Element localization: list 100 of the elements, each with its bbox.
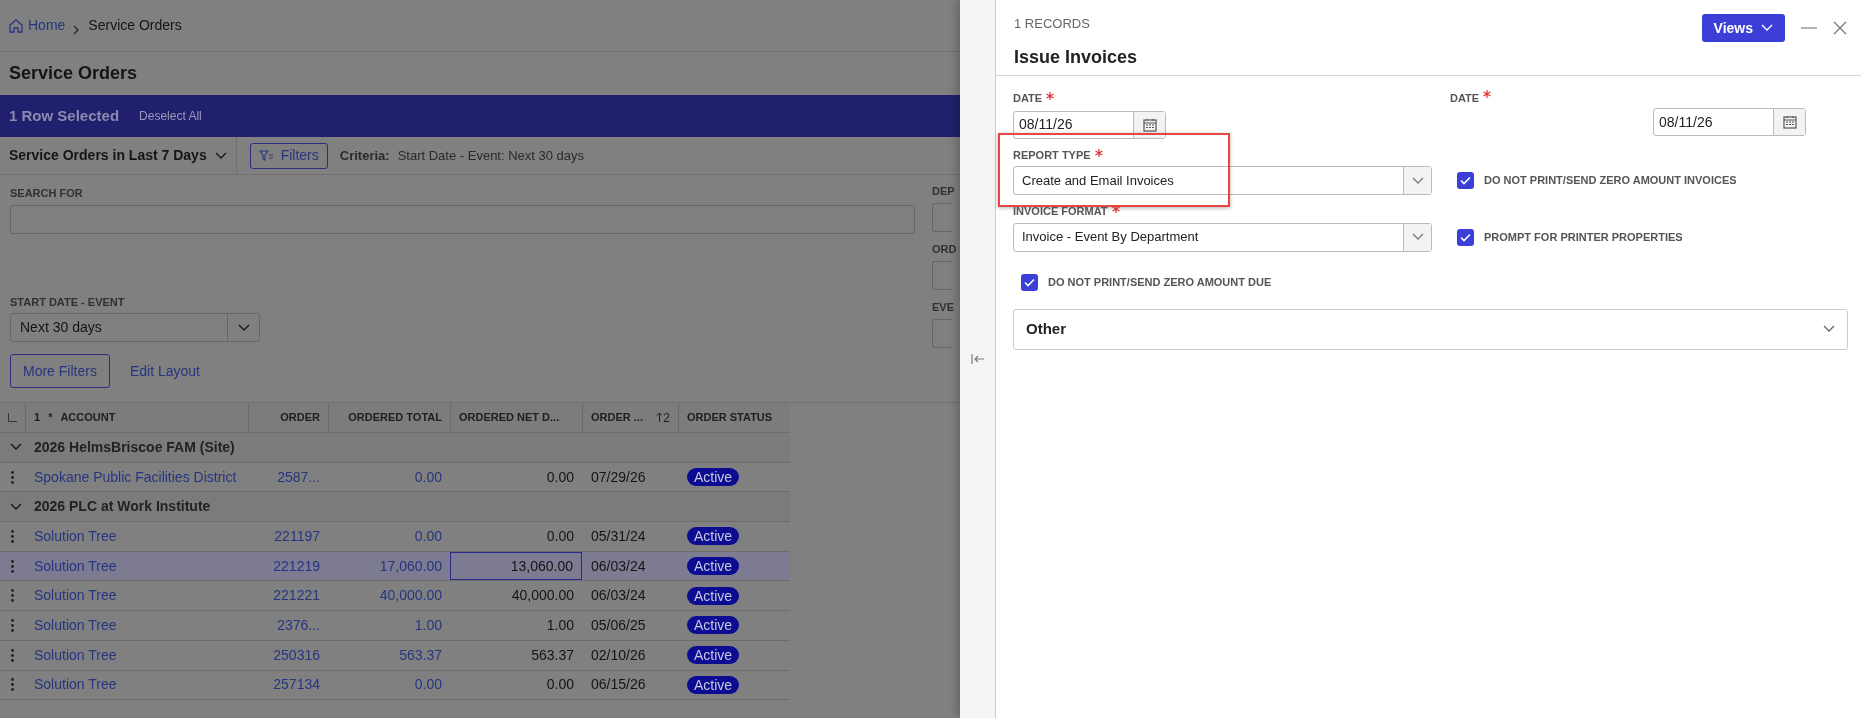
table-link[interactable]: 563.37 [399, 644, 442, 666]
views-button[interactable]: Views [1701, 14, 1785, 42]
filter-field[interactable] [932, 202, 952, 232]
sort-ascending-icon [656, 412, 664, 423]
status-badge: Active [687, 586, 740, 605]
checkbox[interactable] [1021, 273, 1038, 291]
calendar-icon [1782, 115, 1797, 129]
table-link[interactable]: 2376... [277, 614, 320, 636]
column-label: ORDER [280, 410, 320, 426]
table-link[interactable]: 0.00 [414, 674, 442, 696]
deselect-all-link[interactable]: Deselect All [139, 107, 202, 125]
row-menu-icon[interactable] [11, 678, 14, 692]
table-link[interactable]: Solution Tree [34, 674, 117, 696]
chevron-down-icon [1411, 176, 1424, 185]
date-field[interactable]: 08/11/26 [1653, 108, 1806, 136]
filter-field[interactable] [932, 318, 952, 348]
table-cell-text: 06/03/24 [591, 586, 646, 606]
table-link[interactable]: 250316 [273, 644, 320, 666]
table-link[interactable]: 2587... [277, 466, 320, 488]
selection-count: 1 Row Selected [9, 105, 120, 126]
search-field[interactable] [10, 204, 915, 234]
collapse-panel-icon[interactable] [970, 353, 985, 365]
panel-title: Issue Invoices [1014, 45, 1138, 69]
criteria-label: Criteria: [339, 146, 390, 165]
checkmark-icon [1460, 176, 1471, 185]
field-label: REPORT TYPE [1013, 146, 1432, 163]
column-header[interactable]: ORDER [248, 403, 328, 432]
table-cell-text: 06/03/24 [591, 556, 646, 576]
table-row[interactable]: Solution Tree 221219 17,060.00 13,060.00 06/03/24 Active [0, 551, 790, 582]
column-header[interactable]: 1 * ACCOUNT [25, 403, 248, 432]
checkbox-label: DO NOT PRINT/SEND ZERO AMOUNT INVOICES [1484, 173, 1737, 189]
status-badge: Active [687, 675, 740, 694]
table-link[interactable]: 257134 [273, 674, 320, 696]
table-link[interactable]: 221221 [273, 585, 320, 607]
start-date-dropdown[interactable]: Next 30 days [10, 313, 260, 342]
column-label: ACCOUNT [60, 410, 116, 426]
table-link[interactable]: Solution Tree [34, 614, 117, 636]
chevron-down-icon [1411, 233, 1424, 241]
chevron-down-icon [1761, 24, 1773, 32]
table-link[interactable]: 221219 [273, 555, 320, 577]
row-menu-icon[interactable] [11, 648, 14, 662]
chevron-down-icon [237, 323, 250, 332]
row-menu-icon[interactable] [11, 618, 14, 632]
field-label: DATE [1013, 90, 1166, 107]
table-cell-text: 07/29/26 [591, 467, 646, 487]
date-field[interactable]: 08/11/26 [1013, 110, 1166, 139]
table-link[interactable]: 0.00 [414, 525, 442, 547]
breadcrumb-current: Service Orders [88, 16, 182, 35]
table-link[interactable]: Spokane Public Facilities District [34, 466, 237, 488]
field-label: INVOICE FORMAT [1013, 203, 1432, 220]
checkbox-label: PROMPT FOR PRINTER PROPERTIES [1484, 229, 1683, 245]
row-menu-icon[interactable] [11, 589, 14, 603]
table-link[interactable]: Solution Tree [34, 585, 117, 607]
checkbox[interactable] [1457, 172, 1474, 189]
row-menu-icon[interactable] [11, 529, 14, 543]
checkmark-icon [1460, 232, 1471, 242]
record-count: 1 RECORDS [1014, 15, 1091, 33]
select-field[interactable]: Invoice - Event By Department [1013, 222, 1432, 252]
column-header[interactable]: ORDERED NET D... [450, 403, 582, 432]
table-link[interactable]: 221197 [274, 525, 320, 547]
edit-layout-link[interactable]: Edit Layout [129, 360, 200, 382]
table-link[interactable]: 1.00 [414, 614, 442, 636]
status-badge: Active [687, 527, 740, 546]
column-header[interactable]: ORDER STATUS [678, 403, 790, 432]
status-badge: Active [687, 468, 740, 487]
chevron-down-icon [1823, 325, 1835, 333]
table-link[interactable]: Solution Tree [34, 555, 117, 577]
table-cell-text: 0.00 [546, 675, 574, 695]
group-count: 1 [34, 410, 41, 426]
column-header[interactable]: ORDERED TOTAL [328, 403, 450, 432]
home-icon [8, 17, 24, 34]
select-field[interactable]: Create and Email Invoices [1013, 166, 1432, 195]
row-menu-icon[interactable] [11, 559, 14, 573]
filter-field[interactable] [932, 260, 952, 290]
more-filters-button[interactable]: More Filters [10, 354, 110, 388]
view-dropdown[interactable]: Service Orders in Last 7 Days [0, 137, 237, 174]
column-label: ORDER ... [591, 410, 643, 426]
column-header[interactable]: ORDER ... 2 [582, 403, 678, 432]
filter-icon [258, 149, 273, 162]
other-section-header[interactable]: Other [1013, 308, 1848, 350]
filters-button[interactable]: Filters [249, 142, 328, 169]
home-link[interactable]: Home [8, 15, 66, 36]
table-link[interactable]: 40,000.00 [379, 585, 442, 607]
table-link[interactable]: 0.00 [414, 466, 442, 488]
field-label: DATE [1450, 90, 1492, 139]
row-menu-icon[interactable] [11, 470, 14, 484]
sort-indicator: 2 [656, 408, 670, 427]
corner-icon [8, 413, 17, 422]
table-link[interactable]: Solution Tree [34, 525, 117, 547]
column-label: ORDERED TOTAL [348, 410, 442, 426]
table-cell-text: 0.00 [546, 526, 574, 546]
table-link[interactable]: 17,060.00 [379, 555, 442, 577]
table-link[interactable]: Solution Tree [34, 644, 117, 666]
criteria-value: Start Date - Event: Next 30 days [397, 146, 585, 165]
checkmark-icon [1024, 277, 1035, 287]
table-cell-text: 05/06/25 [591, 615, 646, 635]
checkbox-label: DO NOT PRINT/SEND ZERO AMOUNT DUE [1048, 274, 1272, 290]
page-title: Service Orders [9, 62, 138, 85]
checkbox[interactable] [1457, 228, 1474, 246]
table-cell-text: 0.00 [546, 467, 574, 487]
